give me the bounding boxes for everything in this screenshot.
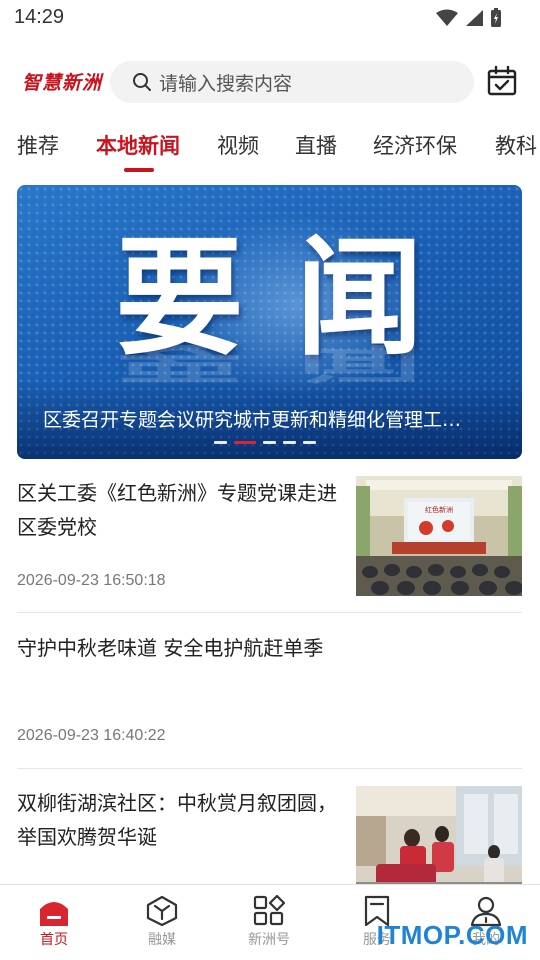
nav-media[interactable]: 融媒 (122, 895, 202, 949)
banner-caption: 区委召开专题会议研究城市更新和精细化管理工… (43, 409, 462, 431)
nav-label: 首页 (40, 932, 68, 948)
tab-live[interactable]: 直播 (295, 130, 337, 160)
wifi-icon (436, 9, 458, 26)
slide-indicator[interactable] (214, 441, 227, 444)
home-icon (40, 902, 68, 926)
watermark: ITMOP.COM (376, 920, 528, 950)
news-thumbnail (356, 786, 522, 884)
search-input[interactable]: 请输入搜索内容 (110, 61, 474, 103)
app-logo[interactable]: 智慧新洲 (22, 68, 102, 95)
thumb-screen-text: 红色新洲 (425, 505, 453, 514)
headline-banner[interactable]: 要闻 要闻 区委召开专题会议研究城市更新和精细化管理工… (17, 185, 522, 459)
battery-icon (491, 8, 501, 27)
search-icon (133, 73, 151, 91)
app-header: 智慧新洲 请输入搜索内容 (0, 58, 540, 106)
news-thumbnail: 红色新洲 (356, 476, 522, 596)
banner-page-indicators (214, 441, 316, 444)
list-divider (17, 612, 522, 613)
nav-home[interactable]: 首页 (14, 895, 94, 949)
news-timestamp: 2026-09-23 16:40:22 (17, 727, 166, 744)
banner-headline-reflection: 要闻 (115, 334, 476, 387)
list-divider (17, 768, 522, 769)
category-tabs: 推荐 本地新闻 视频 直播 经济环保 教科 (0, 126, 540, 174)
calendar-icon[interactable] (486, 65, 518, 97)
tab-video[interactable]: 视频 (217, 130, 259, 160)
news-list-item[interactable]: 守护中秋老味道 安全电护航赶单季 2026-09-23 16:40:22 (17, 631, 522, 753)
search-placeholder: 请输入搜索内容 (159, 72, 293, 95)
grid-apps-icon (253, 895, 286, 926)
slide-indicator[interactable] (263, 441, 276, 444)
tab-economy-environment[interactable]: 经济环保 (373, 130, 457, 160)
status-time: 14:29 (14, 6, 65, 28)
status-icons (436, 8, 502, 28)
slide-indicator-active[interactable] (234, 441, 256, 444)
slide-indicator[interactable] (283, 441, 296, 444)
media-cube-icon (146, 895, 178, 927)
status-bar: 14:29 (0, 0, 540, 36)
news-list-item[interactable]: 区关工委《红色新洲》专题党课走进区委党校 2026-09-23 16:50:18… (17, 476, 522, 598)
nav-xinzhou-account[interactable]: 新洲号 (229, 895, 309, 949)
news-timestamp: 2026-09-23 16:50:18 (17, 572, 166, 589)
news-title: 双柳街湖滨社区：中秋赏月叙团圆，举国欢腾贺华诞 (17, 791, 337, 849)
tab-education-science[interactable]: 教科 (495, 130, 537, 160)
tab-recommend[interactable]: 推荐 (17, 130, 59, 160)
tab-local-news[interactable]: 本地新闻 (96, 130, 180, 160)
signal-icon (466, 10, 483, 26)
active-tab-indicator (124, 168, 154, 172)
news-title: 区关工委《红色新洲》专题党课走进区委党校 (17, 481, 337, 539)
news-title: 守护中秋老味道 安全电护航赶单季 (17, 636, 324, 660)
slide-indicator[interactable] (303, 441, 316, 444)
nav-label: 融媒 (148, 932, 176, 948)
news-list-item[interactable]: 双柳街湖滨社区：中秋赏月叙团圆，举国欢腾贺华诞 (17, 786, 522, 884)
nav-label: 新洲号 (248, 932, 290, 948)
